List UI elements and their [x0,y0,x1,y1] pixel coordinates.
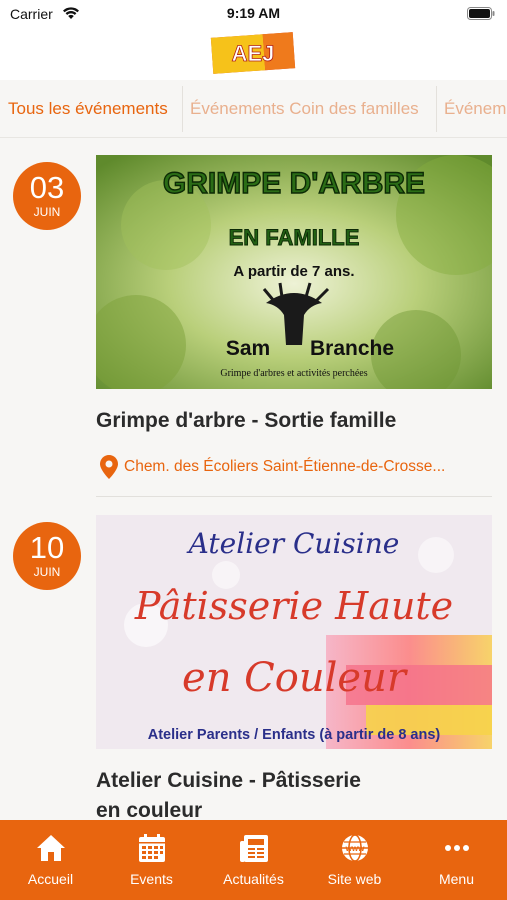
bottom-nav: Accueil Events Actualités www Site web M… [0,820,507,900]
image-brand-left: Sam [226,337,270,360]
event-image[interactable]: GRIMPE D'ARBRE EN FAMILLE A partir de 7 … [96,155,492,389]
image-brand-right: Branche [310,337,394,360]
event-location[interactable]: Chem. des Écoliers Saint-Étienne-de-Cros… [100,455,495,479]
event-title[interactable]: Grimpe d'arbre - Sortie famille [96,406,496,436]
tab-family-corner[interactable]: Événements Coin des familles [182,88,427,130]
event-title-line: Atelier Cuisine - Pâtisserie [96,769,361,792]
logo-text: AEJ [232,41,275,66]
nav-item-events[interactable]: Events [101,820,202,900]
status-bar: Carrier 9:19 AM [0,0,507,28]
image-footer: Atelier Parents / Enfants (à partir de 8… [148,727,441,743]
event-image[interactable]: Atelier Cuisine Pâtisserie Haute en Coul… [96,515,492,749]
date-month: JUIN [33,565,61,579]
nav-item-accueil[interactable]: Accueil [0,820,101,900]
nav-label: Actualités [223,871,284,887]
screen: Carrier 9:19 AM AEJ Tous les événements … [0,0,507,900]
event-item[interactable]: 10 JUIN Atelier Cuisine Pâtisserie Haute… [0,515,507,825]
more-dots-icon [445,845,469,851]
image-tagline: Grimpe d'arbres et activités perchées [220,368,367,379]
category-tabs: Tous les événements Événements Coin des … [0,80,507,138]
image-subheading: EN FAMILLE [229,225,360,250]
nav-item-site-web[interactable]: www Site web [304,820,405,900]
date-badge: 03 JUIN [13,162,81,230]
date-month: JUIN [33,205,61,219]
event-location-text: Chem. des Écoliers Saint-Étienne-de-Cros… [124,458,446,476]
aej-logo[interactable]: AEJ [208,30,298,74]
battery-icon [467,7,495,20]
status-time: 9:19 AM [226,5,281,21]
nav-label: Events [130,871,173,887]
event-item[interactable]: 03 JUIN GRIMPE D'ARBRE EN FAMILLE A part… [0,155,507,500]
event-title[interactable]: Atelier Cuisine - Pâtisserie en couleur [96,766,496,826]
location-pin-icon [100,455,118,479]
divider [96,496,492,497]
app-header: AEJ [0,28,507,80]
newspaper-icon [240,835,268,862]
svg-text:www: www [345,844,365,853]
date-badge: 10 JUIN [13,522,81,590]
image-age: A partir de 7 ans. [233,263,354,280]
nav-label: Menu [438,871,475,887]
tab-events-more[interactable]: Événem [436,88,507,130]
date-day: 03 [29,170,65,205]
nav-label: Site web [327,871,382,887]
tab-all-events[interactable]: Tous les événements [0,88,176,130]
image-line2: Pâtisserie Haute [134,584,453,628]
nav-label: Accueil [27,871,74,887]
calendar-icon [139,834,165,862]
nav-item-menu[interactable]: Menu [406,820,507,900]
globe-icon: www [342,834,368,862]
home-icon [37,835,65,861]
image-heading: GRIMPE D'ARBRE [163,167,425,200]
image-line3: en Couleur [182,655,409,701]
nav-item-actualites[interactable]: Actualités [203,820,304,900]
image-line1: Atelier Cuisine [186,527,400,560]
date-day: 10 [29,530,65,565]
